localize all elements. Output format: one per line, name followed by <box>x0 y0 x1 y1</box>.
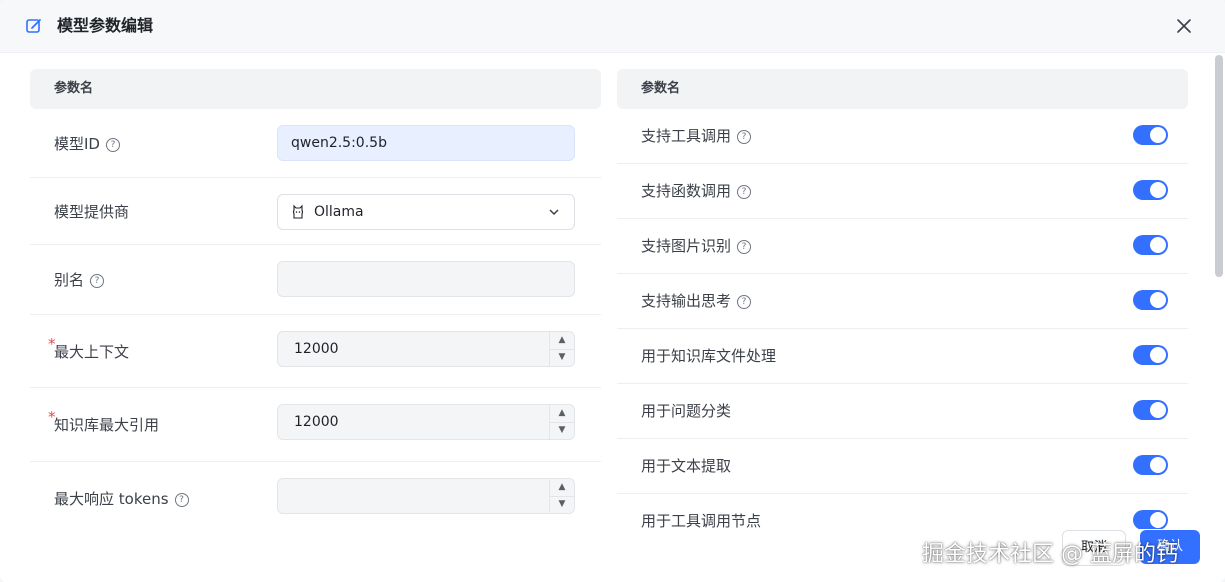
max-tokens-input[interactable]: ▲ ▼ <box>277 478 575 514</box>
label-provider: 模型提供商 <box>54 203 130 221</box>
left-column-header: 参数名 <box>30 69 601 109</box>
help-icon[interactable]: ? <box>737 240 752 254</box>
label-tool-call: 支持工具调用 <box>641 127 732 145</box>
tool-node-switch[interactable] <box>1133 510 1168 529</box>
row-max-context: * 最大上下文 12000 ▲ ▼ <box>30 315 601 388</box>
ollama-logo-icon <box>292 204 304 219</box>
toggle-row-vision: 支持图片识别? <box>617 219 1188 274</box>
dataset-process-switch[interactable] <box>1133 345 1168 365</box>
chevron-down-icon <box>549 209 559 216</box>
help-icon[interactable]: ? <box>737 185 752 199</box>
label-model-id: 模型ID <box>54 135 100 153</box>
help-icon[interactable]: ? <box>737 130 752 144</box>
required-marker: * <box>48 408 56 426</box>
number-stepper: ▲ ▼ <box>549 479 574 513</box>
increment-icon[interactable]: ▲ <box>550 332 574 350</box>
label-reasoning: 支持输出思考 <box>641 292 732 310</box>
row-model-id: 模型ID? qwen2.5:0.5b <box>30 109 601 178</box>
label-question-classify: 用于问题分类 <box>641 402 732 420</box>
max-context-input[interactable]: 12000 ▲ ▼ <box>277 331 575 367</box>
decrement-icon[interactable]: ▼ <box>550 496 574 513</box>
row-max-tokens: 最大响应 tokens? ▲ ▼ <box>30 462 601 532</box>
params-form: 参数名 模型ID? qwen2.5:0.5b 模型提供商 Ollama 别名 ?… <box>30 69 601 539</box>
model-id-input[interactable]: qwen2.5:0.5b <box>277 125 575 161</box>
row-provider: 模型提供商 Ollama <box>30 178 601 245</box>
provider-select[interactable]: Ollama <box>277 194 575 230</box>
help-icon[interactable]: ? <box>174 493 189 507</box>
help-icon[interactable]: ? <box>105 138 120 152</box>
label-kb-max-quote: 知识库最大引用 <box>54 416 160 434</box>
scrollbar[interactable] <box>1215 55 1223 277</box>
decrement-icon[interactable]: ▼ <box>550 422 574 439</box>
help-icon[interactable]: ? <box>737 295 752 309</box>
question-classify-switch[interactable] <box>1133 400 1168 420</box>
toggle-row-tool-call: 支持工具调用? <box>617 109 1188 164</box>
tool-call-switch[interactable] <box>1133 125 1168 145</box>
label-alias: 别名 <box>54 271 85 289</box>
vision-switch[interactable] <box>1133 235 1168 255</box>
label-tool-node: 用于工具调用节点 <box>641 512 762 529</box>
reasoning-switch[interactable] <box>1133 290 1168 310</box>
decrement-icon[interactable]: ▼ <box>550 349 574 366</box>
increment-icon[interactable]: ▲ <box>550 405 574 423</box>
toggle-row-tool-node: 用于工具调用节点 <box>617 494 1188 529</box>
label-text-extract: 用于文本提取 <box>641 457 732 475</box>
toggle-row-text-extract: 用于文本提取 <box>617 439 1188 494</box>
toggle-row-question-classify: 用于问题分类 <box>617 384 1188 439</box>
model-params-dialog: 模型参数编辑 参数名 模型ID? qwen2.5:0.5b 模型提供商 Olla… <box>0 0 1225 582</box>
dialog-title: 模型参数编辑 <box>57 16 154 35</box>
row-alias: 别名? <box>30 245 601 315</box>
text-extract-switch[interactable] <box>1133 455 1168 475</box>
kb-max-quote-input[interactable]: 12000 ▲ ▼ <box>277 404 575 440</box>
toggle-row-dataset-process: 用于知识库文件处理 <box>617 329 1188 384</box>
row-kb-max-quote: * 知识库最大引用 12000 ▲ ▼ <box>30 388 601 462</box>
function-call-switch[interactable] <box>1133 180 1168 200</box>
label-vision: 支持图片识别 <box>641 237 732 255</box>
help-icon[interactable]: ? <box>90 274 105 288</box>
toggle-row-reasoning: 支持输出思考? <box>617 274 1188 329</box>
label-max-tokens: 最大响应 tokens <box>54 490 169 508</box>
increment-icon[interactable]: ▲ <box>550 479 574 497</box>
toggle-row-function-call: 支持函数调用? <box>617 164 1188 219</box>
required-marker: * <box>48 335 56 353</box>
label-max-context: 最大上下文 <box>54 343 130 361</box>
edit-icon <box>26 19 41 33</box>
right-column-header: 参数名 <box>617 69 1188 109</box>
dialog-header: 模型参数编辑 <box>0 0 1225 53</box>
label-function-call: 支持函数调用 <box>641 182 732 200</box>
number-stepper: ▲ ▼ <box>549 405 574 439</box>
close-icon[interactable] <box>1173 15 1195 37</box>
label-dataset-process: 用于知识库文件处理 <box>641 347 777 365</box>
number-stepper: ▲ ▼ <box>549 332 574 366</box>
watermark: 掘金技术社区 @ 蓝屏的钙 <box>922 542 1178 567</box>
alias-input[interactable] <box>277 261 575 297</box>
capabilities-panel: 参数名 支持工具调用? 支持函数调用? 支持图片识别? 支持输出思考? 用于知识… <box>617 69 1188 529</box>
